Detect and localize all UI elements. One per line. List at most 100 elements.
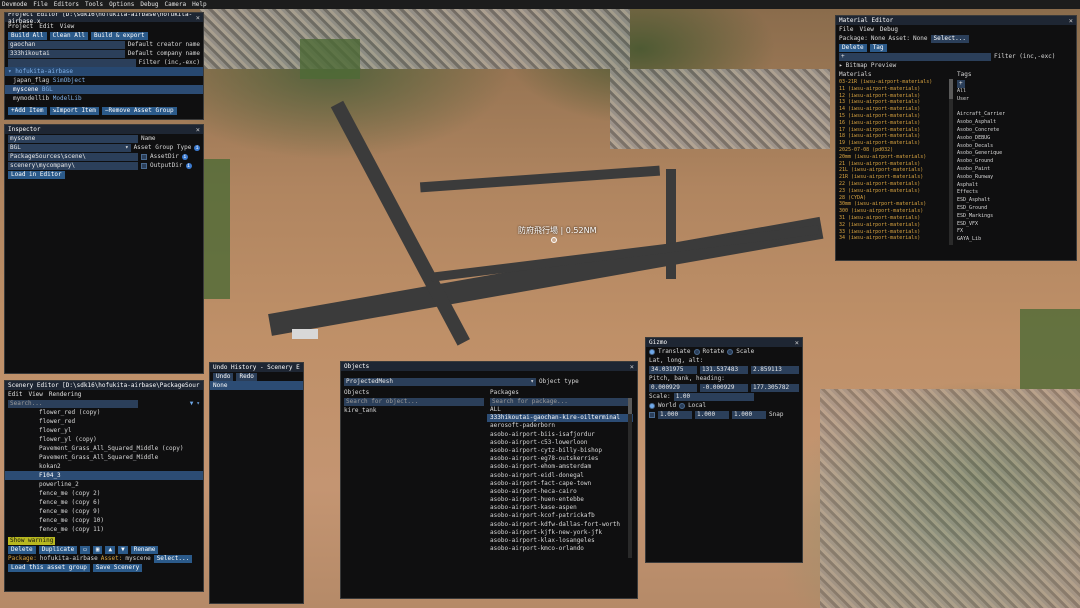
list-item[interactable]: flower_yl xyxy=(5,426,203,435)
delete-button[interactable]: Delete xyxy=(839,43,867,52)
list-item[interactable]: Asobo_Decals xyxy=(954,143,1074,151)
menu-camera[interactable]: Camera xyxy=(164,1,186,8)
list-item[interactable]: asobo-airport-kase-aspen xyxy=(487,504,633,512)
list-item[interactable]: aerosoft-paderborn xyxy=(487,422,633,430)
menu-debug[interactable]: Debug xyxy=(880,26,898,33)
snap-z-input[interactable]: 1.000 xyxy=(732,410,766,419)
translate-radio[interactable] xyxy=(649,348,655,355)
list-item[interactable]: Asobo_DEBUG xyxy=(954,135,1074,143)
remove-asset-group-button[interactable]: −Remove Asset Group xyxy=(101,106,177,115)
list-item[interactable]: 11 (iwsu-airport-materials) xyxy=(836,86,954,93)
list-item[interactable]: 13 (iwsu-airport-materials) xyxy=(836,99,954,106)
scrollbar-thumb[interactable] xyxy=(949,79,953,99)
heading-input[interactable]: 177.305782 xyxy=(751,383,799,392)
list-item[interactable]: 18 (iwsu-airport-materials) xyxy=(836,133,954,140)
menu-file[interactable]: File xyxy=(33,1,47,8)
undo-history-item[interactable]: None xyxy=(210,381,303,390)
asset-name-input[interactable]: myscene xyxy=(8,134,138,143)
undo-history-titlebar[interactable]: Undo History - Scenery Ed xyxy=(210,363,303,372)
location-marker-icon[interactable] xyxy=(551,237,557,243)
project-editor-titlebar[interactable]: Project Editor [D:\sdk16\hofukita-airbas… xyxy=(5,13,203,25)
materials-scrollbar[interactable] xyxy=(949,79,953,245)
list-item[interactable]: fence_me (copy 10) xyxy=(5,516,203,525)
list-item[interactable]: asobo-airport-c53-lowerloon xyxy=(487,439,633,447)
list-item[interactable]: Asobo_Concrete xyxy=(954,127,1074,135)
snap-checkbox[interactable] xyxy=(649,411,655,418)
tag-button[interactable]: Tag xyxy=(869,43,887,52)
snap-y-input[interactable]: 1.000 xyxy=(695,410,729,419)
list-item[interactable]: 23 (iwsu-airport-materials) xyxy=(836,188,954,195)
redo-button[interactable]: Redo xyxy=(236,372,257,381)
list-item[interactable]: 300 (iwsu-airport-materials) xyxy=(836,208,954,215)
list-item[interactable]: asobo-airport-kdfw-dallas-fort-worth xyxy=(487,521,633,529)
bitmap-preview-row[interactable]: ▸ Bitmap Preview xyxy=(836,61,1076,70)
list-item[interactable] xyxy=(954,104,1074,112)
list-item[interactable]: Asobo_Runway xyxy=(954,174,1074,182)
object-search-input[interactable]: Search for object... xyxy=(344,397,484,406)
list-item[interactable]: ESD_VFX xyxy=(954,221,1074,229)
list-item[interactable]: 21L (iwsu-airport-materials) xyxy=(836,167,954,174)
inspector-titlebar[interactable]: Inspector × xyxy=(5,125,203,134)
object-type-select[interactable]: ProjectedMesh ▾ xyxy=(344,377,536,386)
list-item[interactable]: asobo-airport-cytz-billy-bishop xyxy=(487,447,633,455)
snap-x-input[interactable]: 1.000 xyxy=(658,410,692,419)
list-item[interactable]: Asobo_Asphalt xyxy=(954,119,1074,127)
info-icon[interactable]: i xyxy=(194,144,200,151)
list-item[interactable]: 33 (iwsu-airport-materials) xyxy=(836,229,954,236)
list-item-selected[interactable]: F104_3 xyxy=(5,471,203,480)
menu-debug[interactable]: Debug xyxy=(140,1,158,8)
list-item[interactable]: kire_tank xyxy=(341,406,487,415)
list-item[interactable]: 28 (CYDA) xyxy=(836,195,954,202)
save-scenery-button[interactable]: Save Scenery xyxy=(92,563,143,572)
list-item[interactable]: kokan2 xyxy=(5,462,203,471)
company-name-input[interactable]: 333hikoutai xyxy=(8,49,125,58)
list-item[interactable]: asobo-airport-eidl-donegal xyxy=(487,472,633,480)
duplicate-button[interactable]: Duplicate xyxy=(38,545,78,554)
close-icon[interactable]: × xyxy=(795,339,799,347)
clean-all-button[interactable]: Clean All xyxy=(49,31,89,40)
filter-icon[interactable]: ▼ xyxy=(190,400,194,407)
material-filter-input[interactable]: + xyxy=(839,52,991,61)
altitude-input[interactable]: 2.859113 xyxy=(751,365,799,374)
tag-add-input[interactable]: + xyxy=(957,79,965,88)
local-radio[interactable] xyxy=(679,402,686,409)
list-item[interactable]: asobo-airport-kjfk-new-york-jfk xyxy=(487,529,633,537)
list-item[interactable]: ESD_Markings xyxy=(954,213,1074,221)
list-item[interactable]: GAYA_Lib xyxy=(954,236,1074,244)
latitude-input[interactable]: 34.031975 xyxy=(649,365,697,374)
menu-project[interactable]: Project xyxy=(8,23,33,30)
longitude-input[interactable]: 131.537483 xyxy=(700,365,748,374)
list-item[interactable]: flower_red xyxy=(5,417,203,426)
menu-view[interactable]: View xyxy=(859,26,873,33)
browse-icon[interactable] xyxy=(141,162,147,169)
world-radio[interactable] xyxy=(649,402,655,409)
close-icon[interactable]: × xyxy=(1069,17,1073,25)
list-item[interactable]: 20mm (iwsu-airport-materials) xyxy=(836,154,954,161)
list-item-selected[interactable]: 333hikoutai-gaochan-kire-oilterminal xyxy=(487,414,633,423)
list-item[interactable]: 16 (iwsu-airport-materials) xyxy=(836,120,954,127)
tree-item-myscene[interactable]: myscene BGL xyxy=(5,85,203,94)
objects-titlebar[interactable]: Objects × xyxy=(341,362,637,371)
list-item[interactable]: asobo-airport-eg78-outskerries xyxy=(487,455,633,463)
output-dir-input[interactable]: scenery\mycompany\ xyxy=(8,161,138,170)
list-item[interactable]: flower_yl (copy) xyxy=(5,435,203,444)
package-search-input[interactable]: Search for package... xyxy=(490,397,630,406)
list-item[interactable]: 21R (iwsu-airport-materials) xyxy=(836,174,954,181)
list-item[interactable]: asobo-airport-fact-cape-town xyxy=(487,480,633,488)
show-warning-button[interactable]: Show warning xyxy=(8,536,56,545)
rotate-radio[interactable] xyxy=(693,348,700,355)
list-item[interactable]: asobo-airport-kcof-patrickafb xyxy=(487,512,633,520)
close-icon[interactable]: × xyxy=(630,363,634,371)
list-item[interactable]: asobo-airport-kmco-orlando xyxy=(487,545,633,553)
paste-icon[interactable]: ▣ xyxy=(92,545,103,554)
list-item[interactable]: FX xyxy=(954,228,1074,236)
info-icon[interactable]: i xyxy=(181,153,188,160)
menu-help[interactable]: Help xyxy=(192,1,206,8)
menu-file[interactable]: File xyxy=(839,26,853,33)
tree-item-mymodellib[interactable]: mymodellib ModelLib xyxy=(5,94,203,103)
list-item[interactable]: Pavement_Grass_All_Squared_Middle xyxy=(5,453,203,462)
asset-dir-input[interactable]: PackageSources\scene\ xyxy=(8,152,138,161)
menu-view[interactable]: View xyxy=(28,391,42,398)
build-export-button[interactable]: Build & export xyxy=(91,31,148,40)
chevron-down-icon[interactable]: ▾ xyxy=(196,400,200,407)
